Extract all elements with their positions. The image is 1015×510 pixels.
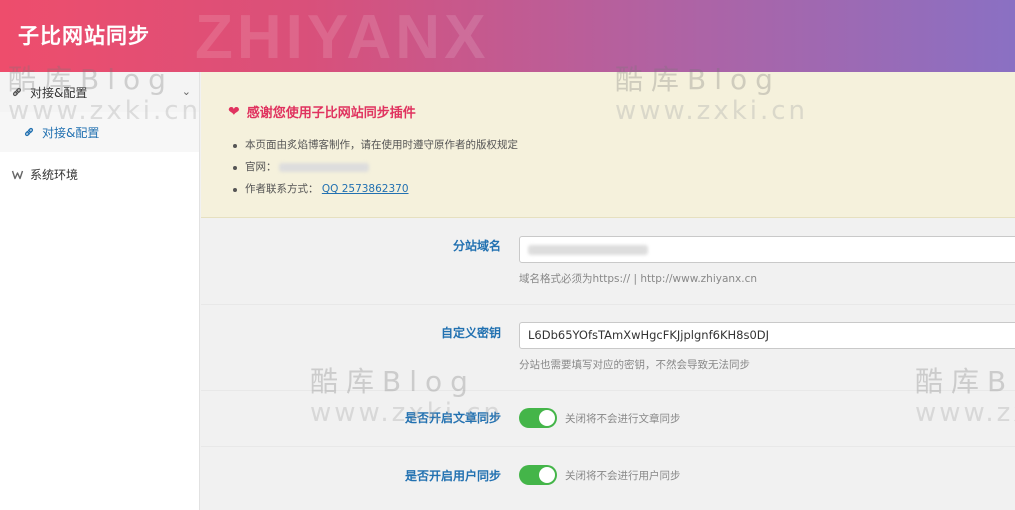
chevron-down-icon: ⌄	[181, 85, 191, 98]
sidebar-item-label: 对接&配置	[30, 85, 88, 100]
sidebar-item-system-env[interactable]: 系统环境	[0, 154, 199, 194]
user-sync-label: 是否开启用户同步	[404, 469, 501, 483]
wordpress-icon	[10, 167, 24, 181]
app-header: 子比网站同步 ZHIYANX	[0, 0, 1015, 72]
sidebar-item-label: 对接&配置	[42, 125, 100, 140]
link-icon	[10, 85, 24, 99]
redacted-domain	[528, 244, 648, 255]
user-sync-toggle[interactable]	[519, 465, 557, 485]
sidebar-item-label: 系统环境	[30, 167, 79, 182]
article-sync-label: 是否开启文章同步	[404, 411, 501, 425]
notice-list: 本页面由炙焰博客制作，请在使用时遵守原作者的版权规定 官网： 作者联系方式： Q…	[231, 134, 518, 200]
sidebar: 对接&配置 ⌄ 对接&配置 系统环境	[0, 72, 200, 510]
sidebar-subitem-connect-config[interactable]: 对接&配置	[0, 112, 199, 152]
domain-hint: 域名格式必须为https:// | http://www.zhiyanx.cn	[519, 273, 758, 285]
page-title: 子比网站同步	[18, 24, 150, 48]
secret-input[interactable]: L6Db65YOfsTAmXwHgcFKJjplgnf6KH8s0DJ	[519, 322, 1015, 349]
article-sync-toggle[interactable]	[519, 408, 557, 428]
domain-label: 分站域名	[452, 239, 501, 253]
redacted-website	[278, 162, 369, 172]
setting-row-article-sync: 是否开启文章同步 关闭将不会进行文章同步	[201, 391, 1015, 447]
heart-icon: ❤	[228, 103, 240, 120]
setting-row-domain: 分站域名 域名格式必须为https:// | http://www.zhiyan…	[201, 219, 1015, 305]
header-watermark: ZHIYANX	[195, 3, 490, 72]
article-sync-hint: 关闭将不会进行文章同步	[565, 413, 681, 425]
user-sync-hint: 关闭将不会进行用户同步	[565, 470, 681, 482]
notice-title-text: 感谢您使用子比网站同步插件	[246, 106, 416, 121]
notice-item-website: 官网：	[231, 156, 518, 178]
contact-link[interactable]: QQ 2573862370	[322, 183, 409, 195]
secret-label: 自定义密钥	[440, 326, 501, 340]
setting-row-secret: 自定义密钥 L6Db65YOfsTAmXwHgcFKJjplgnf6KH8s0D…	[201, 305, 1015, 391]
link-icon	[22, 125, 36, 139]
secret-hint: 分站也需要填写对应的密钥，不然会导致无法同步	[519, 359, 750, 371]
notice-item: 本页面由炙焰博客制作，请在使用时遵守原作者的版权规定	[231, 134, 518, 156]
notice-item-contact: 作者联系方式： QQ 2573862370	[231, 178, 518, 200]
notice-title: ❤ 感谢您使用子比网站同步插件	[228, 102, 416, 122]
sidebar-item-connect-config[interactable]: 对接&配置 ⌄	[0, 72, 199, 112]
domain-input[interactable]	[519, 236, 1015, 263]
setting-row-user-sync: 是否开启用户同步 关闭将不会进行用户同步	[201, 447, 1015, 503]
notice-panel: ❤ 感谢您使用子比网站同步插件 本页面由炙焰博客制作，请在使用时遵守原作者的版权…	[201, 72, 1015, 218]
